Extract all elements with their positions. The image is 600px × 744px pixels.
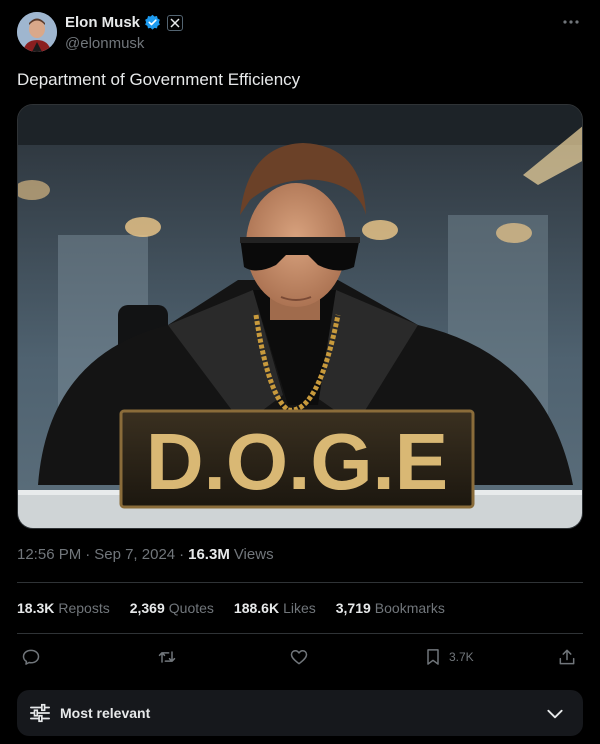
bookmark-button[interactable]: 3.7K [423,647,474,667]
reply-icon [22,649,40,665]
x-affiliation-icon[interactable] [167,14,184,31]
like-button[interactable] [289,647,309,667]
doge-sign-text: D.O.G.E [146,417,448,506]
bookmark-icon [427,649,439,665]
author-handle[interactable]: @elonmusk [65,35,144,52]
avatar[interactable] [17,12,57,52]
divider [17,633,583,634]
reposts-stat[interactable]: 18.3K Reposts [17,600,110,616]
meta-separator: · [85,546,91,563]
action-bar: 3.7K [17,645,583,673]
likes-stat[interactable]: 188.6K Likes [234,600,316,616]
more-options-icon[interactable] [561,15,581,29]
bookmarks-stat[interactable]: 3,719 Bookmarks [336,600,445,616]
heart-icon [290,650,308,665]
replies-sort-dropdown[interactable]: Most relevant [17,690,583,736]
quotes-label: Quotes [168,600,214,616]
reply-button[interactable] [21,647,41,667]
bookmark-count: 3.7K [449,650,474,664]
tweet-time[interactable]: 12:56 PM [17,546,81,563]
reposts-count: 18.3K [17,600,55,616]
likes-label: Likes [283,600,316,616]
verified-badge-icon [145,14,160,30]
quotes-count: 2,369 [129,600,165,616]
chevron-down-icon [547,709,563,719]
sort-label: Most relevant [60,705,151,721]
quotes-stat[interactable]: 2,369 Quotes [130,600,214,616]
tweet-date[interactable]: Sep 7, 2024 [94,546,175,563]
author-display-name[interactable]: Elon Musk [65,14,140,31]
divider [17,582,583,583]
views-count: 16.3M [188,546,230,563]
views-label: Views [233,546,274,563]
bookmarks-count: 3,719 [335,600,371,616]
share-icon [559,649,575,665]
reposts-label: Reposts [58,600,110,616]
repost-icon [158,651,176,663]
repost-button[interactable] [157,647,177,667]
bookmarks-label: Bookmarks [374,600,445,616]
tweet-text: Department of Government Efficiency [17,70,301,89]
likes-count: 188.6K [233,600,280,616]
engagement-stats: 18.3K Reposts 2,369 Quotes 188.6K Likes … [17,600,445,616]
sliders-icon [30,703,50,723]
tweet-meta: 12:56 PM · Sep 7, 2024 · 16.3M Views [17,546,274,563]
tweet-image[interactable]: D.O.G.E [17,104,583,529]
meta-separator: · [179,546,185,563]
tweet-header: Elon Musk @elonmusk [17,11,587,55]
share-button[interactable] [557,647,577,667]
